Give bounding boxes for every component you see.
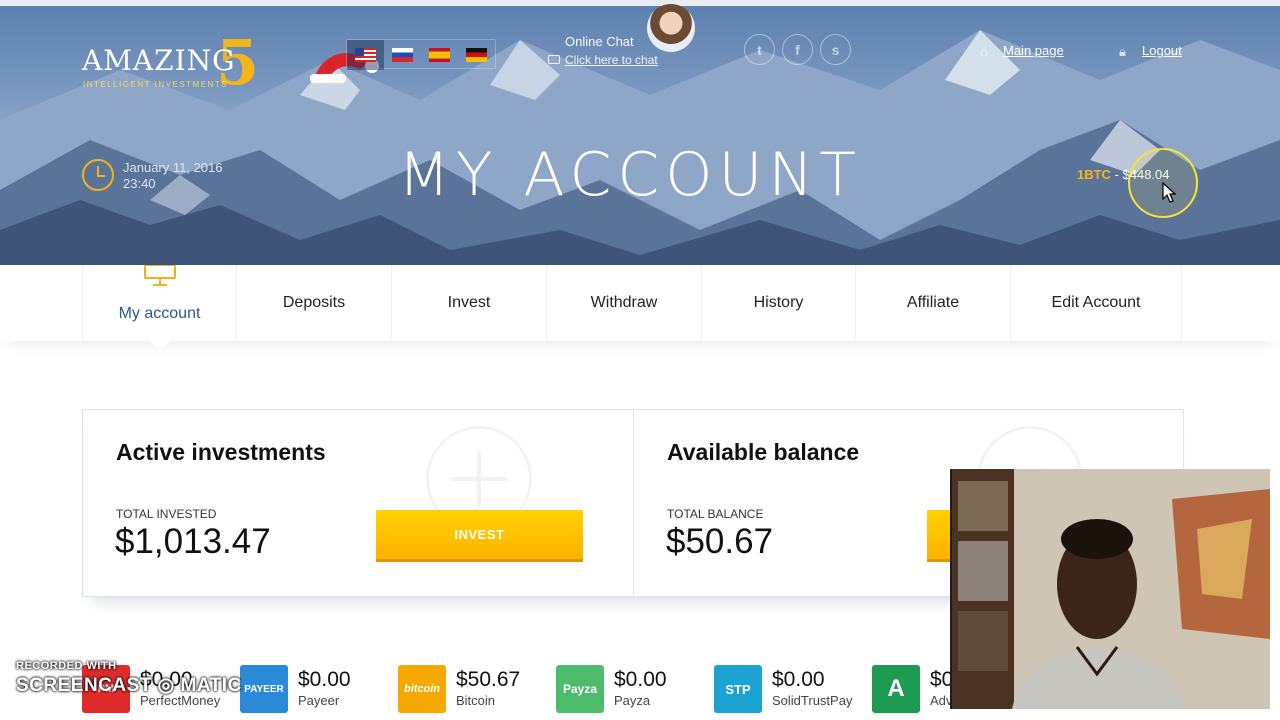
social-links: t f s	[744, 34, 851, 65]
flag-us-button[interactable]	[347, 40, 384, 70]
webcam-overlay	[950, 469, 1270, 709]
logout-link[interactable]: Logout	[1142, 43, 1182, 58]
skype-icon[interactable]: s	[820, 34, 851, 65]
wallet-amount: $0.00	[614, 668, 667, 691]
tab-my-account[interactable]: My account	[82, 265, 237, 351]
lock-icon: 🔒︎	[1119, 44, 1126, 59]
webcam-video	[952, 469, 1270, 709]
chat-label: Online Chat	[565, 34, 634, 49]
screencast-watermark: RECORDED WITH SCREENCAST ◎ MATIC	[16, 660, 242, 697]
monitor-icon	[144, 265, 176, 286]
chat-link[interactable]: Click here to chat	[565, 53, 658, 67]
flag-us-icon	[355, 48, 376, 62]
tab-edit-account[interactable]: Edit Account	[1011, 265, 1182, 341]
main-page-link[interactable]: Main page	[1003, 43, 1064, 58]
flag-de-button[interactable]	[458, 40, 495, 70]
bitcoin-icon: bitcoin	[398, 665, 446, 713]
payeer-icon: PAYEER	[240, 665, 288, 713]
tab-withdraw[interactable]: Withdraw	[547, 265, 702, 341]
payza-icon: Payza	[556, 665, 604, 713]
logo-tagline: INTELLIGENT INVESTMENTS	[83, 80, 229, 89]
wallet-amount: $0.00	[772, 668, 825, 691]
wallet-name: Payza	[614, 693, 651, 708]
flag-ru-icon	[392, 48, 413, 62]
active-investments-card: Active investments TOTAL INVESTED $1,013…	[83, 410, 633, 596]
chat-bubble-icon	[548, 55, 560, 64]
flag-es-icon	[429, 48, 450, 62]
tab-affiliate[interactable]: Affiliate	[856, 265, 1011, 341]
btc-symbol: 1BTC	[1077, 167, 1111, 182]
logo-text: AMAZING	[82, 44, 236, 77]
invest-button[interactable]: INVEST	[376, 510, 583, 562]
language-selector	[346, 39, 496, 70]
tab-label: My account	[118, 305, 201, 322]
watermark-line1: RECORDED WITH	[16, 660, 117, 672]
facebook-icon[interactable]: f	[782, 34, 813, 65]
twitter-icon[interactable]: t	[744, 34, 775, 65]
flag-es-button[interactable]	[421, 40, 458, 70]
home-icon: ⌂	[980, 44, 988, 59]
solidtrustpay-icon: STP	[714, 665, 762, 713]
total-invested-value: $1,013.47	[115, 522, 271, 561]
wallet-name: Payeer	[298, 693, 340, 708]
chat-operator-avatar[interactable]	[647, 4, 695, 52]
wallet-name: Bitcoin	[456, 693, 496, 708]
total-invested-label: TOTAL INVESTED	[116, 507, 217, 521]
mouse-pointer-icon	[1162, 182, 1176, 203]
advcash-icon: A	[872, 665, 920, 713]
browser-top-strip	[0, 0, 1280, 6]
flag-de-icon	[466, 48, 487, 62]
card-title: Available balance	[667, 439, 860, 465]
tab-deposits[interactable]: Deposits	[237, 265, 392, 341]
logo[interactable]: 5 AMAZING INTELLIGENT INVESTMENTS	[82, 26, 379, 99]
wallet-amount: $50.67	[456, 668, 521, 691]
account-nav: My account Deposits Invest Withdraw Hist…	[0, 265, 1280, 351]
tab-history[interactable]: History	[702, 265, 856, 341]
card-title: Active investments	[116, 439, 326, 465]
tab-invest[interactable]: Invest	[392, 265, 547, 341]
watermark-line2: SCREENCAST ◎ MATIC	[16, 675, 242, 696]
wallet-name: SolidTrustPay	[772, 693, 853, 708]
page-title: MY ACCOUNT	[398, 140, 862, 210]
wallet-amount: $0.00	[298, 668, 351, 691]
total-balance-label: TOTAL BALANCE	[667, 507, 764, 521]
total-balance-value: $50.67	[666, 522, 774, 561]
flag-ru-button[interactable]	[384, 40, 421, 70]
